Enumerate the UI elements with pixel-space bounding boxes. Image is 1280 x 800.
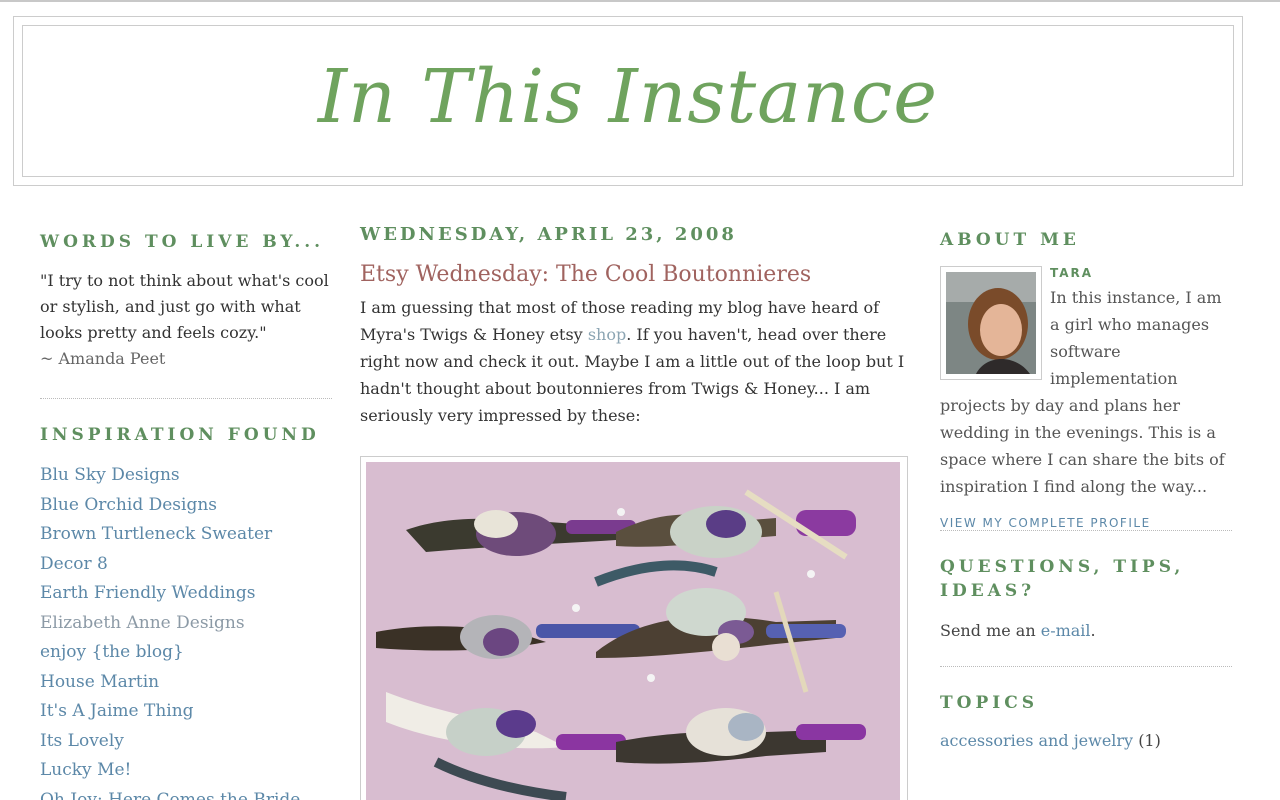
link-its-lovely[interactable]: Its Lovely [40, 731, 124, 751]
topic-item: accessories and jewelry (1) [940, 727, 1232, 754]
avatar-photo [946, 272, 1036, 374]
avatar[interactable] [940, 266, 1042, 380]
list-item: Oh Joy: Here Comes the Bride [40, 786, 332, 800]
post-date: WEDNESDAY, APRIL 23, 2008 [360, 224, 737, 245]
link-its-a-jaime-thing[interactable]: It's A Jaime Thing [40, 701, 194, 721]
view-profile-link[interactable]: VIEW MY COMPLETE PROFILE [940, 516, 1232, 530]
questions-heading: QUESTIONS, TIPS, IDEAS? [940, 557, 1185, 601]
links-heading: INSPIRATION FOUND [40, 425, 320, 445]
link-oh-joy-here-comes-the-bride[interactable]: Oh Joy: Here Comes the Bride [40, 790, 300, 800]
list-item: It's A Jaime Thing [40, 697, 332, 727]
post-title[interactable]: Etsy Wednesday: The Cool Boutonnieres [360, 260, 908, 290]
profile-name-link[interactable]: TARA [1050, 266, 1093, 280]
questions-text: Send me an e-mail. [940, 617, 1232, 644]
list-item: Elizabeth Anne Designs [40, 609, 332, 639]
blog-header-frame: In This Instance [22, 25, 1234, 177]
link-brown-turtleneck-sweater[interactable]: Brown Turtleneck Sweater [40, 524, 272, 544]
list-item: Its Lovely [40, 727, 332, 757]
link-earth-friendly-weddings[interactable]: Earth Friendly Weddings [40, 583, 255, 603]
avatar-illustration [946, 272, 1036, 374]
link-blu-sky-designs[interactable]: Blu Sky Designs [40, 465, 180, 485]
quote-text: "I try to not think about what's cool or… [40, 271, 329, 342]
boutonnieres-photo[interactable] [366, 462, 900, 800]
list-item: Earth Friendly Weddings [40, 579, 332, 609]
sidebar-divider [940, 666, 1232, 667]
list-item: Decor 8 [40, 550, 332, 580]
topic-count: (1) [1138, 731, 1161, 750]
link-decor-8[interactable]: Decor 8 [40, 554, 108, 574]
topics-heading: TOPICS [940, 693, 1039, 713]
sidebar-divider [40, 398, 332, 399]
questions-text-before: Send me an [940, 621, 1041, 640]
list-item: Brown Turtleneck Sweater [40, 520, 332, 550]
blog-header: In This Instance [13, 16, 1243, 186]
link-enjoy-the-blog[interactable]: enjoy {the blog} [40, 642, 184, 662]
left-sidebar: WORDS TO LIVE BY... "I try to not think … [40, 230, 332, 800]
right-sidebar: ABOUT ME TARA In this instance, I am a g… [940, 228, 1232, 754]
list-item: Blue Orchid Designs [40, 491, 332, 521]
quote-author: ~ Amanda Peet [40, 349, 166, 368]
email-link[interactable]: e-mail [1041, 621, 1091, 640]
about-heading: ABOUT ME [940, 230, 1080, 250]
list-item: enjoy {the blog} [40, 638, 332, 668]
quote-heading: WORDS TO LIVE BY... [40, 232, 325, 252]
link-blue-orchid-designs[interactable]: Blue Orchid Designs [40, 495, 217, 515]
list-item: Blu Sky Designs [40, 461, 332, 491]
link-house-martin[interactable]: House Martin [40, 672, 159, 692]
inspiration-link-list: Blu Sky Designs Blue Orchid Designs Brow… [40, 461, 332, 800]
list-item: Lucky Me! [40, 756, 332, 786]
shop-link[interactable]: shop [588, 325, 626, 344]
topic-accessories-and-jewelry[interactable]: accessories and jewelry [940, 731, 1133, 750]
list-item: House Martin [40, 668, 332, 698]
profile-block: TARA In this instance, I am a girl who m… [940, 266, 1232, 546]
main-content: WEDNESDAY, APRIL 23, 2008 Etsy Wednesday… [360, 222, 908, 800]
blog-title[interactable]: In This Instance [23, 54, 1233, 140]
link-lucky-me[interactable]: Lucky Me! [40, 760, 131, 780]
post-image-frame [360, 456, 908, 800]
questions-text-after: . [1090, 621, 1096, 640]
post-body: I am guessing that most of those reading… [360, 294, 908, 429]
boutonnieres-illustration [366, 462, 900, 800]
link-elizabeth-anne-designs[interactable]: Elizabeth Anne Designs [40, 613, 245, 633]
window-top-border [0, 0, 1280, 2]
